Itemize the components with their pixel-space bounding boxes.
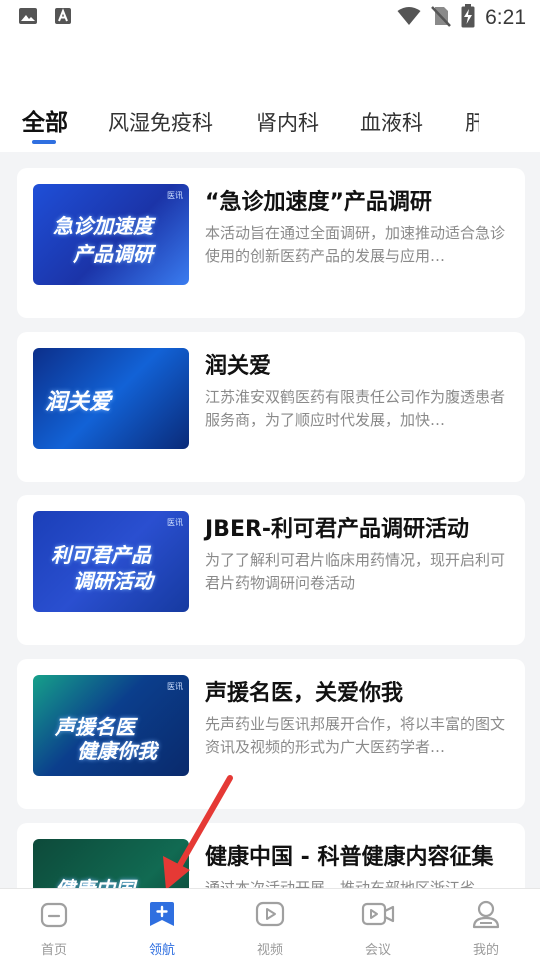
activity-title: “急诊加速度”产品调研 [205, 190, 432, 215]
thumbnail-text-line1: 利可君产品 [51, 543, 151, 567]
activity-thumbnail: 润关爱 [33, 348, 189, 449]
status-time: 6:21 [485, 6, 526, 29]
activity-thumbnail: 健康中国 [33, 839, 189, 888]
thumbnail-text-line2: 健康你我 [77, 739, 157, 763]
nav-navigate[interactable]: 领航 [108, 889, 216, 960]
activity-description: 江苏淮安双鹤医药有限责任公司作为腹透患者服务商，为了顺应时代发展，加快… [205, 388, 505, 429]
activity-thumbnail: 医讯 利可君产品 调研活动 [33, 511, 189, 612]
video-play-icon [255, 899, 285, 933]
activity-card[interactable]: 医讯 声援名医 健康你我 声援名医，关爱你我 先声药业与医讯邦展开合作，将以丰富… [17, 659, 525, 809]
activity-thumbnail: 医讯 声援名医 健康你我 [33, 675, 189, 776]
activity-title: JBER-利可君产品调研活动 [205, 517, 470, 542]
home-icon [39, 899, 69, 933]
thumbnail-brand: 医讯 [167, 682, 183, 691]
thumbnail-brand: 医讯 [167, 518, 183, 527]
thumbnail-text-line2: 产品调研 [73, 242, 153, 266]
text-a-icon [54, 7, 72, 29]
activity-card[interactable]: 润关爱 润关爱 江苏淮安双鹤医药有限责任公司作为腹透患者服务商，为了顺应时代发展… [17, 332, 525, 482]
battery-charging-icon [461, 4, 475, 32]
nav-profile[interactable]: 我的 [432, 889, 540, 960]
activity-list[interactable]: 医讯 急诊加速度 产品调研 “急诊加速度”产品调研 本活动旨在通过全面调研，加速… [0, 152, 540, 888]
activity-description: 通过本次活动开展，推动东部地区浙江省… [205, 879, 491, 888]
tab-hematology[interactable]: 血液科 [360, 106, 423, 146]
nav-meeting-label: 会议 [364, 943, 391, 958]
meeting-camera-icon [361, 899, 395, 933]
activity-title: 健康中国 - 科普健康内容征集 [205, 845, 494, 870]
thumbnail-brand: 医讯 [167, 191, 183, 200]
navigate-plus-icon [147, 899, 177, 933]
thumbnail-text-line2: 调研活动 [73, 569, 153, 593]
activity-description: 本活动旨在通过全面调研，加速推动适合急诊使用的创新医药产品的发展与应用… [205, 224, 505, 265]
nav-profile-label: 我的 [472, 943, 499, 958]
activity-card[interactable]: 健康中国 健康中国 - 科普健康内容征集 通过本次活动开展，推动东部地区浙江省… [17, 823, 525, 888]
activity-title: 声援名医，关爱你我 [205, 681, 404, 706]
category-tabs: 全部 风湿免疫科 肾内科 血液科 肝 [0, 106, 540, 152]
no-sim-icon [431, 5, 452, 31]
wifi-icon [397, 6, 421, 30]
activity-card[interactable]: 医讯 利可君产品 调研活动 JBER-利可君产品调研活动 为了了解利可君片临床用… [17, 495, 525, 645]
nav-meeting[interactable]: 会议 [324, 889, 432, 960]
thumbnail-text-line1: 润关爱 [45, 390, 112, 415]
nav-home[interactable]: 首页 [0, 889, 108, 960]
nav-video-label: 视频 [256, 943, 283, 958]
nav-home-label: 首页 [40, 943, 67, 958]
bottom-navigation: 首页 领航 视频 会议 我的 [0, 888, 540, 960]
nav-video[interactable]: 视频 [216, 889, 324, 960]
thumbnail-text-line1: 急诊加速度 [53, 214, 153, 238]
header: 全部 风湿免疫科 肾内科 血液科 肝 [0, 36, 540, 152]
activity-description: 为了了解利可君片临床用药情况，现开启利可君片药物调研问卷活动 [205, 551, 505, 592]
status-bar: 6:21 [0, 0, 540, 36]
activity-thumbnail: 医讯 急诊加速度 产品调研 [33, 184, 189, 285]
thumbnail-text-line1: 健康中国 [55, 873, 135, 888]
tab-nephrology[interactable]: 肾内科 [256, 106, 319, 146]
tab-active-indicator [32, 140, 56, 144]
activity-title: 润关爱 [205, 354, 272, 379]
activity-description: 先声药业与医讯邦展开合作，将以丰富的图文资讯及视频的形式为广大医药学者… [205, 715, 505, 756]
profile-icon [471, 899, 501, 933]
activity-card[interactable]: 医讯 急诊加速度 产品调研 “急诊加速度”产品调研 本活动旨在通过全面调研，加速… [17, 168, 525, 318]
image-icon [18, 7, 38, 29]
tab-hepatology[interactable]: 肝 [465, 106, 479, 146]
nav-navigate-label: 领航 [148, 943, 175, 958]
tab-rheumatology[interactable]: 风湿免疫科 [108, 106, 213, 146]
